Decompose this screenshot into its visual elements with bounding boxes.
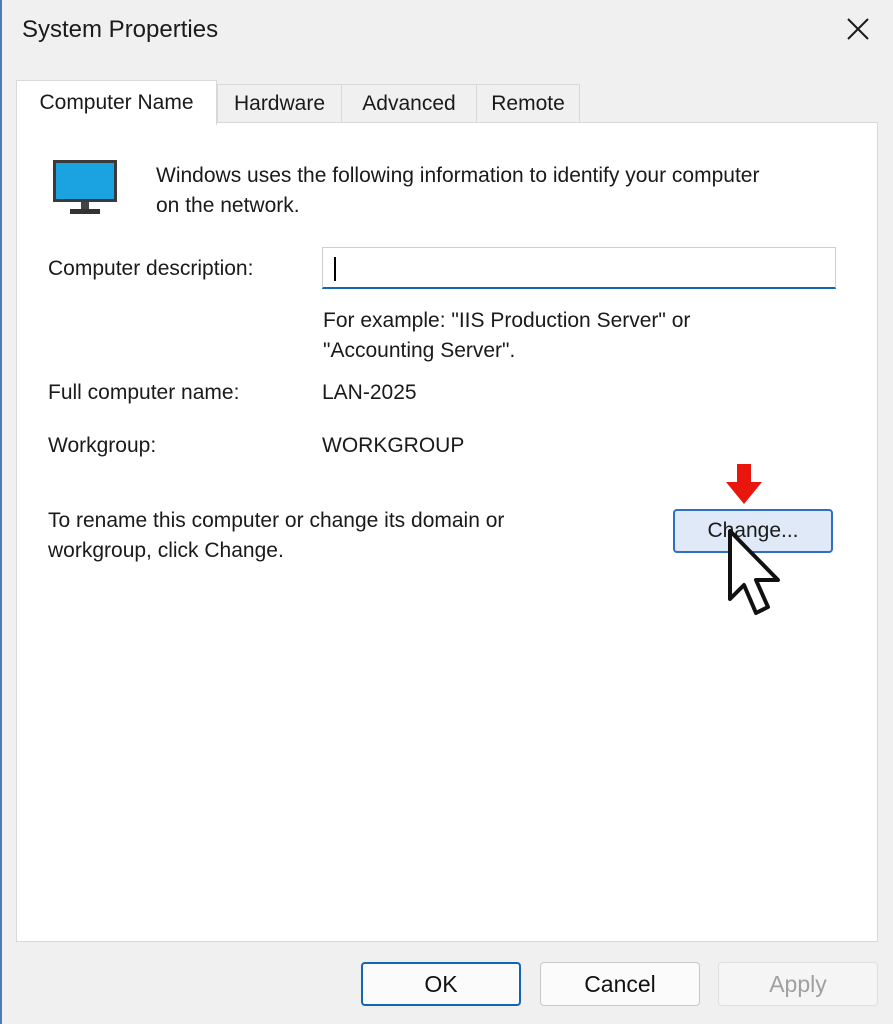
full-name-value: LAN-2025 — [322, 381, 417, 404]
window-edge — [0, 0, 2, 1024]
text-caret — [334, 257, 336, 281]
tab-label: Remote — [491, 91, 565, 115]
intro-text: Windows uses the following information t… — [156, 161, 856, 221]
close-button[interactable] — [823, 0, 893, 58]
intro-line: Windows uses the following information t… — [156, 164, 760, 187]
cancel-button[interactable]: Cancel — [540, 962, 700, 1006]
tab-computer-name[interactable]: Computer Name — [16, 80, 217, 125]
red-arrow-down-icon — [726, 464, 762, 504]
tab-label: Hardware — [233, 91, 326, 115]
rename-line: To rename this computer or change its do… — [48, 509, 505, 532]
workgroup-label: Workgroup: — [48, 434, 157, 457]
description-label: Computer description: — [48, 257, 254, 280]
intro-line: on the network. — [156, 194, 300, 217]
rename-instructions: To rename this computer or change its do… — [48, 506, 608, 566]
hint-line: "Accounting Server". — [323, 339, 516, 362]
tab-label: Advanced — [362, 91, 456, 115]
description-hint: For example: "IIS Production Server" or … — [323, 306, 773, 366]
tab-label: Computer Name — [39, 91, 194, 114]
rename-line: workgroup, click Change. — [48, 539, 284, 562]
full-name-label: Full computer name: — [48, 381, 240, 404]
tab-advanced[interactable]: Advanced — [341, 84, 477, 122]
window-title: System Properties — [22, 16, 219, 43]
workgroup-value: WORKGROUP — [322, 434, 465, 457]
computer-name-panel: Windows uses the following information t… — [16, 122, 878, 942]
mouse-pointer-icon — [728, 529, 780, 615]
hint-line: For example: "IIS Production Server" or — [323, 309, 691, 332]
tab-hardware[interactable]: Hardware — [217, 84, 342, 122]
computer-description-input[interactable] — [322, 247, 836, 289]
ok-button[interactable]: OK — [361, 962, 521, 1006]
title-bar: System Properties — [2, 0, 893, 58]
apply-button[interactable]: Apply — [718, 962, 878, 1006]
tab-remote[interactable]: Remote — [476, 84, 580, 122]
monitor-icon — [53, 160, 117, 214]
close-icon — [847, 18, 869, 40]
